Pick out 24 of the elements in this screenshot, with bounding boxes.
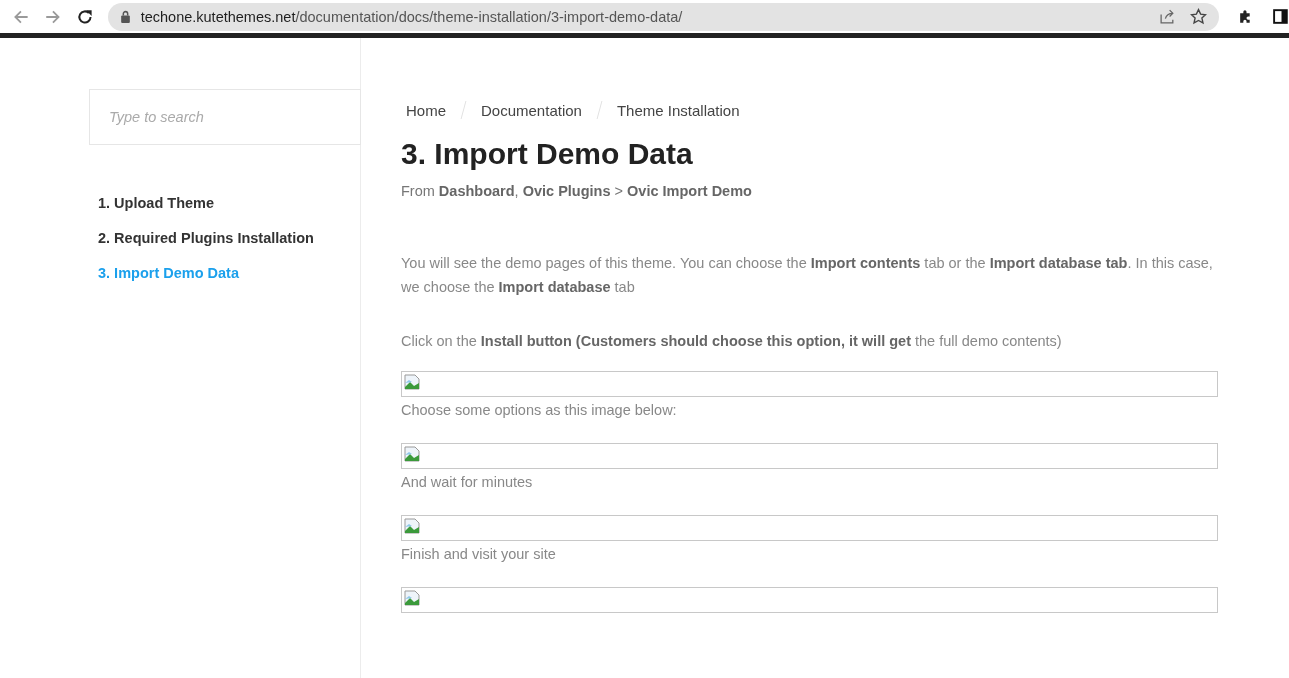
caption: Finish and visit your site (401, 545, 557, 563)
caption: Choose some options as this image below: (401, 401, 678, 419)
broken-image-icon (404, 374, 420, 390)
reload-icon[interactable] (75, 7, 94, 26)
breadcrumb-link[interactable]: Documentation (481, 101, 582, 119)
sidebar-link[interactable]: 2. Required Plugins Installation (98, 230, 360, 246)
sidebar-link[interactable]: 1. Upload Theme (98, 195, 360, 211)
broken-image-icon (404, 446, 420, 462)
search-field[interactable]: Type to search (89, 89, 361, 145)
broken-image-icon (404, 590, 420, 606)
address-bar[interactable]: techone.kutethemes.net/documentation/docs/theme-installation/3-import-demo-data/ (107, 2, 1220, 31)
menu-path-text: From Dashboard, Ovic Plugins > Ovic Import Demo (401, 183, 753, 199)
caption: And wait for minutes (401, 473, 534, 491)
broken-image-icon (404, 518, 420, 534)
star-icon[interactable] (1190, 8, 1208, 25)
lock-icon (119, 10, 131, 23)
url-text: techone.kutethemes.net/documentation/docs/theme-installation/3-import-demo-data/ (140, 8, 684, 25)
side-panel-icon[interactable] (1272, 8, 1289, 25)
share-icon[interactable] (1159, 8, 1177, 25)
paragraph: You will see the demo pages of this theme. You can choose the Import contents tab or the Import database tab. In this case, we choose the Import database tab (401, 254, 1214, 297)
breadcrumb-link[interactable]: Home (406, 101, 446, 119)
breadcrumb-link[interactable]: Theme Installation (616, 101, 740, 119)
paragraph: Click on the Install button (Customers should choose this option, it will get the full demo contents) (401, 332, 1063, 351)
page-title: 3. Import Demo Data (401, 137, 694, 171)
